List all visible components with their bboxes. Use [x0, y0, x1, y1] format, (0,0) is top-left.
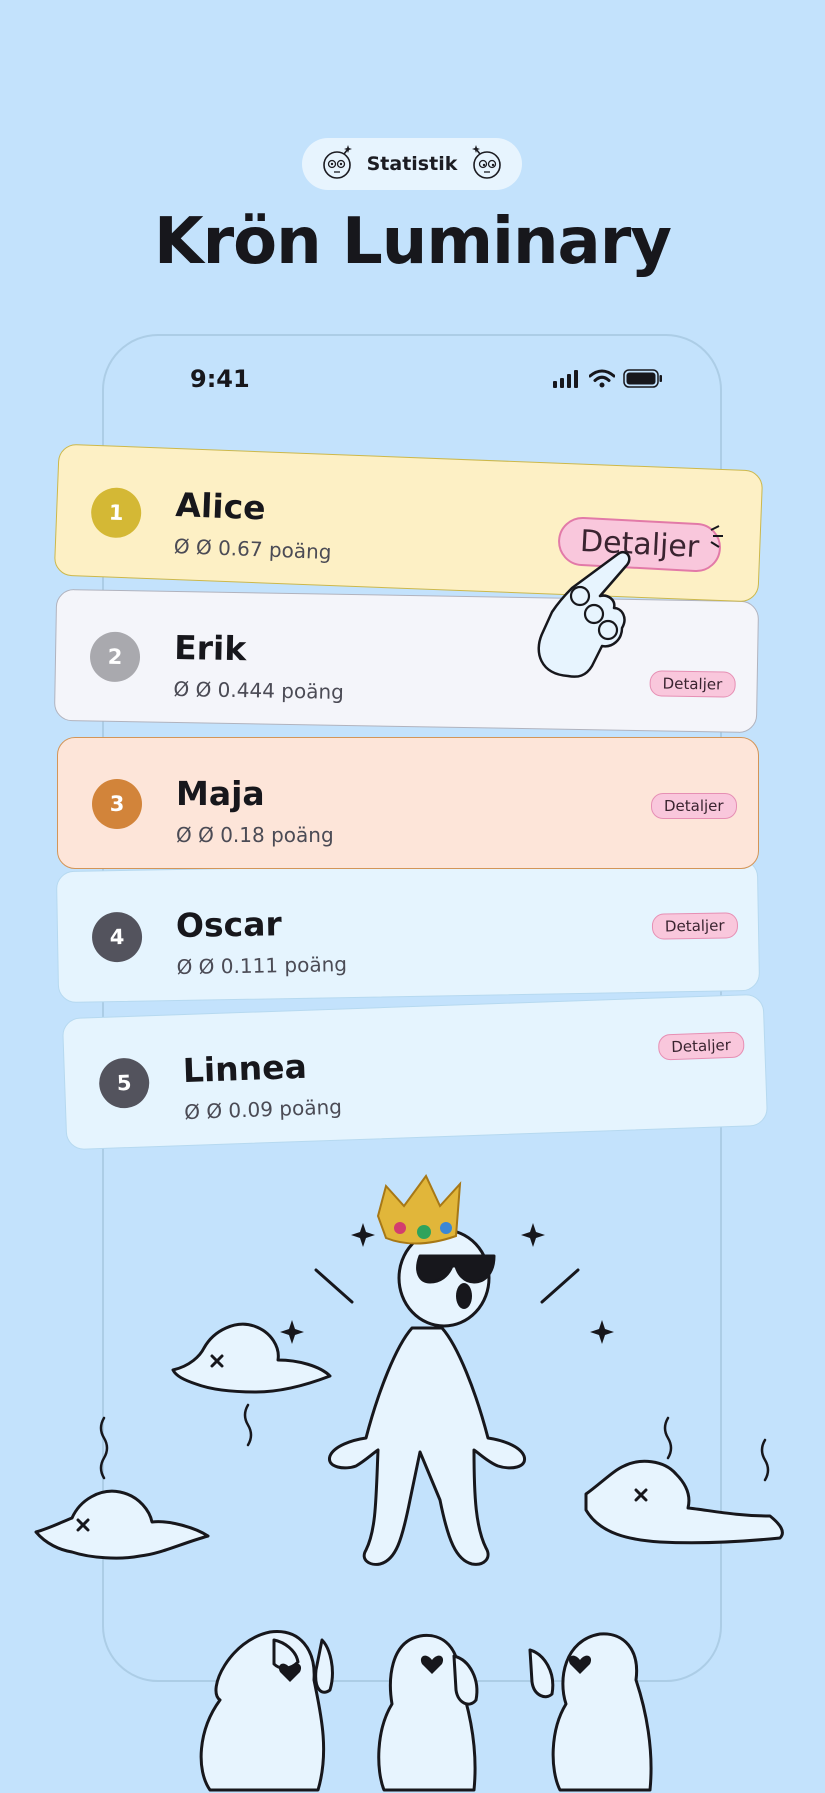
wifi-icon	[588, 369, 616, 392]
leaderboard-card-5[interactable]: 5 Linnea Ø Ø 0.09 poäng Detaljer	[61, 993, 769, 1151]
leaderboard-card-4[interactable]: 4 Oscar Ø Ø 0.111 poäng Detaljer	[55, 858, 761, 1004]
details-button[interactable]: Detaljer	[651, 912, 738, 940]
details-button[interactable]: Detaljer	[657, 1031, 745, 1061]
bomb-face-icon	[319, 144, 357, 184]
player-name: Oscar	[175, 904, 283, 946]
bomb-face-icon	[467, 144, 505, 184]
player-score: Ø Ø 0.09 poäng	[183, 1094, 343, 1125]
details-button[interactable]: Detaljer	[651, 793, 737, 819]
player-name: Alice	[174, 485, 267, 528]
player-name: Maja	[176, 774, 265, 813]
rank-badge: 4	[91, 911, 143, 963]
player-name: Linnea	[182, 1046, 308, 1091]
signal-icon	[553, 369, 581, 392]
player-score: Ø Ø 0.18 poäng	[176, 823, 334, 847]
details-button[interactable]: Detaljer	[649, 670, 736, 698]
player-score: Ø Ø 0.444 poäng	[173, 676, 345, 704]
pointing-hand-icon	[537, 550, 631, 678]
page-title: Krön Luminary	[154, 205, 672, 279]
rank-badge: 5	[98, 1057, 151, 1110]
click-spark-icon	[710, 525, 723, 548]
leaderboard-card-2[interactable]: 2 Erik Ø Ø 0.444 poäng Detaljer	[53, 588, 760, 734]
status-time: 9:41	[190, 365, 250, 393]
status-icons	[553, 369, 663, 392]
crown-icon	[376, 1174, 462, 1245]
statistics-badge[interactable]: Statistik	[302, 138, 522, 190]
rank-badge: 1	[90, 486, 143, 539]
player-score: Ø Ø 0.67 poäng	[173, 534, 332, 565]
player-score: Ø Ø 0.111 poäng	[176, 952, 348, 980]
badge-label: Statistik	[366, 153, 458, 175]
rank-badge: 3	[92, 779, 142, 829]
rank-badge: 2	[89, 631, 141, 683]
winner-illustration	[34, 1174, 784, 1792]
battery-icon	[623, 369, 663, 392]
leaderboard-card-3[interactable]: 3 Maja Ø Ø 0.18 poäng Detaljer	[57, 737, 759, 869]
player-name: Erik	[173, 627, 247, 669]
